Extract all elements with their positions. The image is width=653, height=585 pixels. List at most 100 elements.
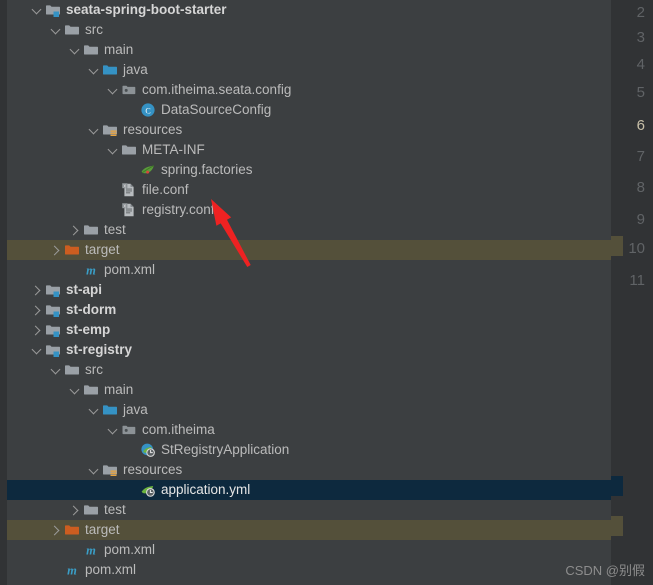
no-toggle-spacer [126,165,137,176]
tree-row[interactable]: spring.factories [7,160,611,180]
chevron-down-icon[interactable] [107,425,118,436]
tree-row-label: pom.xml [85,562,137,577]
tree-row[interactable]: m pom.xml [7,260,611,280]
tree-row[interactable]: src [7,20,611,40]
tree-row-label: StRegistryApplication [161,442,290,457]
editor-line-number-gutter: 2 3 4 5 6 7 8 9 10 11 [611,0,653,585]
maven-pom-icon: m [83,542,99,558]
tree-row-label: application.yml [161,482,251,497]
yml-spring-icon [140,482,156,498]
chevron-right-icon[interactable] [31,285,42,296]
chevron-down-icon[interactable] [88,405,99,416]
tree-row[interactable]: java [7,400,611,420]
tree-row[interactable]: application.yml [7,480,611,500]
svg-text:m: m [86,263,96,277]
tree-indent-spacer [7,550,69,551]
chevron-down-icon[interactable] [50,365,61,376]
no-toggle-spacer [69,265,80,276]
tree-row[interactable]: main [7,380,611,400]
tree-row-label: st-emp [66,322,111,337]
chevron-down-icon[interactable] [69,45,80,56]
chevron-right-icon[interactable] [50,525,61,536]
tree-row[interactable]: target [7,520,611,540]
chevron-right-icon[interactable] [69,225,80,236]
tree-row[interactable]: META-INF [7,140,611,160]
folder-icon [83,222,99,238]
chevron-down-icon[interactable] [31,345,42,356]
module-folder-icon [45,322,61,338]
tree-row[interactable]: target [7,240,611,260]
tree-row[interactable]: test [7,500,611,520]
tree-row-label: pom.xml [104,262,156,277]
tree-row-label: java [123,62,148,77]
tree-row-label: target [85,242,120,257]
chevron-down-icon[interactable] [31,5,42,16]
tree-row-label: st-api [66,282,103,297]
tree-row-label: com.itheima [142,422,215,437]
tree-row[interactable]: m pom.xml [7,540,611,560]
tree-row[interactable]: st-dorm [7,300,611,320]
tree-row[interactable]: x file.conf [7,180,611,200]
tree-row-label: main [104,42,134,57]
tree-row[interactable]: resources [7,460,611,480]
tree-row[interactable]: java [7,60,611,80]
no-toggle-spacer [107,205,118,216]
tree-row[interactable]: seata-spring-boot-starter [7,0,611,20]
tree-row-label: src [85,362,103,377]
chevron-down-icon[interactable] [88,65,99,76]
tree-row-label: DataSourceConfig [161,102,272,117]
tree-row[interactable]: st-emp [7,320,611,340]
tree-indent-spacer [7,130,88,131]
project-file-tree[interactable]: seata-spring-boot-starter src main java com.… [7,0,611,585]
tree-row[interactable]: m pom.xml [7,560,611,580]
tree-row-label: resources [123,462,183,477]
tree-row[interactable]: main [7,40,611,60]
tree-row[interactable]: resources [7,120,611,140]
tree-indent-spacer [7,10,31,11]
spring-boot-app-icon [140,442,156,458]
tree-indent-spacer [7,310,31,311]
svg-text:C: C [145,106,150,115]
chevron-right-icon[interactable] [31,305,42,316]
tree-row-label: src [85,22,103,37]
tree-row[interactable]: st-registry [7,340,611,360]
tree-indent-spacer [7,90,107,91]
tree-row[interactable] [7,580,611,585]
folder-icon [121,142,137,158]
conf-file-icon: x [121,182,137,198]
chevron-down-icon[interactable] [50,25,61,36]
tree-row[interactable]: src [7,360,611,380]
chevron-down-icon[interactable] [107,85,118,96]
svg-text:m: m [86,543,96,557]
tree-indent-spacer [7,170,126,171]
chevron-down-icon[interactable] [88,465,99,476]
tree-row[interactable]: StRegistryApplication [7,440,611,460]
chevron-right-icon[interactable] [31,325,42,336]
tree-indent-spacer [7,570,50,571]
line-number: 6 [636,117,645,134]
tree-indent-spacer [7,230,69,231]
tree-indent-spacer [7,290,31,291]
folder-icon [64,22,80,38]
tree-row-label: spring.factories [161,162,253,177]
tree-row[interactable]: com.itheima.seata.config [7,80,611,100]
tree-row[interactable]: test [7,220,611,240]
tree-row[interactable]: st-api [7,280,611,300]
tree-row[interactable]: com.itheima [7,420,611,440]
source-root-icon [102,402,118,418]
tree-indent-spacer [7,150,107,151]
tree-indent-spacer [7,30,50,31]
chevron-down-icon[interactable] [107,145,118,156]
no-toggle-spacer [50,565,61,576]
tree-row[interactable]: C DataSourceConfig [7,100,611,120]
tree-indent-spacer [7,510,69,511]
line-number: 5 [636,84,645,101]
chevron-right-icon[interactable] [69,505,80,516]
chevron-right-icon[interactable] [50,245,61,256]
tree-indent-spacer [7,250,50,251]
chevron-down-icon[interactable] [88,125,99,136]
chevron-down-icon[interactable] [69,385,80,396]
tree-row[interactable]: x registry.conf [7,200,611,220]
watermark-label: CSDN @别假 [565,563,645,578]
tree-indent-spacer [7,70,88,71]
